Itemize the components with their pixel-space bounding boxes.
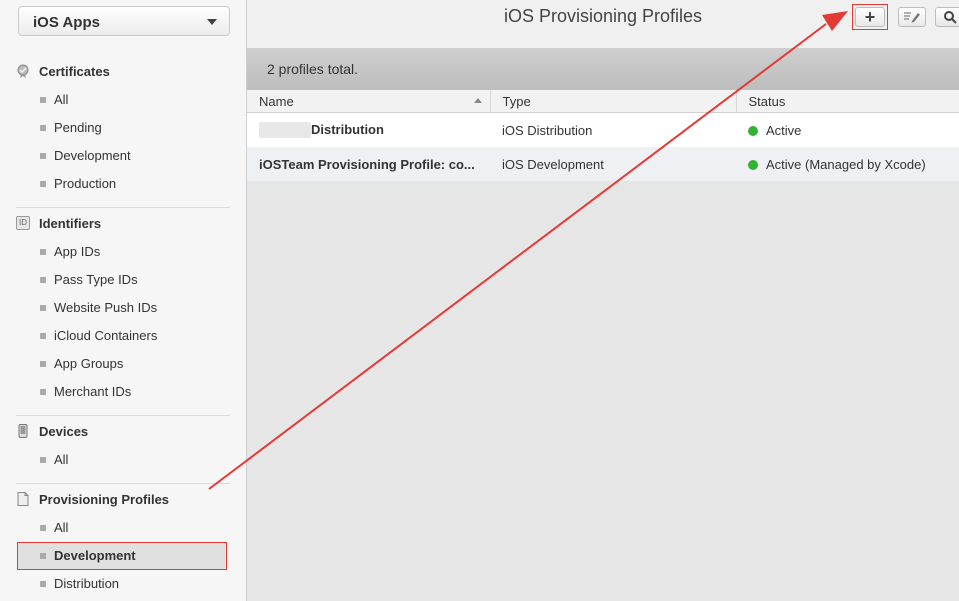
bullet-icon bbox=[40, 277, 46, 283]
sidebar-item-app-groups[interactable]: App Groups bbox=[0, 350, 246, 378]
column-header-label: Name bbox=[259, 93, 294, 109]
chevron-down-icon bbox=[207, 19, 217, 25]
table-row[interactable]: Distribution iOS Distribution Active bbox=[247, 112, 959, 147]
bullet-icon bbox=[40, 181, 46, 187]
edit-icon bbox=[904, 12, 920, 23]
certificates-header[interactable]: Certificates bbox=[0, 58, 246, 86]
bullet-icon bbox=[40, 457, 46, 463]
sidebar-item-website-push-ids[interactable]: Website Push IDs bbox=[0, 294, 246, 322]
id-badge-icon: ID bbox=[16, 216, 30, 230]
identifiers-header[interactable]: ID Identifiers bbox=[0, 210, 246, 238]
profile-name-cell: Distribution bbox=[247, 112, 490, 147]
app-type-label: iOS Apps bbox=[33, 14, 100, 31]
redacted-text bbox=[259, 122, 311, 139]
profile-status-cell: Active (Managed by Xcode) bbox=[736, 147, 959, 181]
sidebar-item-pass-type-ids[interactable]: Pass Type IDs bbox=[0, 266, 246, 294]
document-icon bbox=[17, 492, 29, 506]
bullet-icon bbox=[40, 553, 46, 559]
profile-status: Active bbox=[766, 122, 802, 138]
status-active-icon bbox=[748, 126, 758, 137]
bullet-icon bbox=[40, 361, 46, 367]
search-button[interactable] bbox=[935, 7, 959, 27]
certificate-icon bbox=[17, 64, 29, 78]
profile-status-cell: Active bbox=[736, 112, 959, 147]
sidebar-item-label: Merchant IDs bbox=[54, 384, 132, 399]
profile-name-cell: iOSTeam Provisioning Profile: co... bbox=[247, 147, 490, 181]
sidebar: iOS Apps Certificates All Pending Develo… bbox=[0, 0, 247, 601]
certificates-section: Certificates All Pending Development Pro… bbox=[0, 58, 246, 198]
sidebar-item-label: Website Push IDs bbox=[54, 300, 158, 315]
divider bbox=[16, 207, 230, 208]
devices-title: Devices bbox=[39, 424, 89, 439]
device-icon bbox=[18, 424, 28, 438]
sidebar-item-merchant-ids[interactable]: Merchant IDs bbox=[0, 378, 246, 406]
identifiers-section: ID Identifiers App IDs Pass Type IDs Web… bbox=[0, 210, 246, 406]
edit-button[interactable] bbox=[898, 7, 926, 27]
column-header-label: Status bbox=[748, 93, 786, 109]
table-header-row: Name Type Status bbox=[247, 90, 959, 113]
bullet-icon bbox=[40, 525, 46, 531]
bullet-icon bbox=[40, 333, 46, 339]
summary-bar: 2 profiles total. bbox=[247, 48, 959, 91]
sidebar-item-label: App Groups bbox=[54, 356, 124, 371]
sidebar-item-label: All bbox=[54, 520, 69, 535]
devices-header[interactable]: Devices bbox=[0, 418, 246, 446]
column-header-type[interactable]: Type bbox=[490, 90, 737, 113]
app-type-dropdown[interactable]: iOS Apps bbox=[18, 6, 230, 36]
bullet-icon bbox=[40, 125, 46, 131]
sidebar-item-devices-all[interactable]: All bbox=[0, 446, 246, 474]
sidebar-item-profiles-distribution[interactable]: Distribution bbox=[0, 570, 246, 598]
profile-type-cell: iOS Development bbox=[490, 147, 736, 181]
sidebar-item-certificates-pending[interactable]: Pending bbox=[0, 114, 246, 142]
table-row[interactable]: iOSTeam Provisioning Profile: co... iOS … bbox=[247, 147, 959, 181]
sidebar-item-app-ids[interactable]: App IDs bbox=[0, 238, 246, 266]
sidebar-item-certificates-all[interactable]: All bbox=[0, 86, 246, 114]
sidebar-item-label: Production bbox=[54, 176, 117, 191]
profile-type-cell: iOS Distribution bbox=[490, 112, 736, 147]
column-header-label: Type bbox=[502, 93, 531, 109]
sort-ascending-icon bbox=[473, 98, 482, 103]
sidebar-item-label: Pass Type IDs bbox=[54, 272, 138, 287]
profile-name: Distribution bbox=[311, 121, 384, 137]
add-profile-button[interactable]: + bbox=[855, 7, 885, 27]
sidebar-item-label: Pending bbox=[54, 120, 102, 135]
provisioning-title: Provisioning Profiles bbox=[39, 492, 170, 507]
bullet-icon bbox=[40, 581, 46, 587]
bullet-icon bbox=[40, 389, 46, 395]
sidebar-item-label: App IDs bbox=[54, 244, 101, 259]
sidebar-item-label: Development bbox=[54, 548, 136, 563]
divider bbox=[16, 483, 230, 484]
status-active-icon bbox=[748, 160, 758, 171]
identifiers-title: Identifiers bbox=[39, 216, 102, 231]
certificates-title: Certificates bbox=[39, 64, 110, 79]
sidebar-item-label: All bbox=[54, 92, 69, 107]
bullet-icon bbox=[40, 153, 46, 159]
main-panel: iOS Provisioning Profiles + 2 profiles t… bbox=[247, 0, 959, 601]
provisioning-section: Provisioning Profiles All Development Di… bbox=[0, 486, 246, 598]
devices-section: Devices All bbox=[0, 418, 246, 474]
column-header-status[interactable]: Status bbox=[736, 90, 959, 113]
bullet-icon bbox=[40, 249, 46, 255]
divider bbox=[16, 415, 230, 416]
plus-icon: + bbox=[864, 7, 876, 27]
column-header-name[interactable]: Name bbox=[247, 90, 491, 113]
sidebar-item-icloud-containers[interactable]: iCloud Containers bbox=[0, 322, 246, 350]
profiles-table: Name Type Status Distribution iOS Distri… bbox=[247, 90, 959, 181]
sidebar-item-profiles-all[interactable]: All bbox=[0, 514, 246, 542]
toolbar: iOS Provisioning Profiles + bbox=[247, 0, 959, 48]
search-icon bbox=[944, 11, 957, 24]
sidebar-item-certificates-production[interactable]: Production bbox=[0, 170, 246, 198]
sidebar-item-label: Development bbox=[54, 148, 131, 163]
sidebar-item-label: iCloud Containers bbox=[54, 328, 158, 343]
profile-count: 2 profiles total. bbox=[267, 61, 359, 77]
provisioning-header[interactable]: Provisioning Profiles bbox=[0, 486, 246, 514]
profile-name: iOSTeam Provisioning Profile: co... bbox=[259, 156, 475, 172]
sidebar-item-label: Distribution bbox=[54, 576, 120, 591]
sidebar-item-certificates-development[interactable]: Development bbox=[0, 142, 246, 170]
profile-status: Active (Managed by Xcode) bbox=[766, 156, 926, 172]
bullet-icon bbox=[40, 305, 46, 311]
bullet-icon bbox=[40, 97, 46, 103]
sidebar-item-profiles-development[interactable]: Development bbox=[0, 542, 246, 570]
sidebar-item-label: All bbox=[54, 452, 69, 467]
